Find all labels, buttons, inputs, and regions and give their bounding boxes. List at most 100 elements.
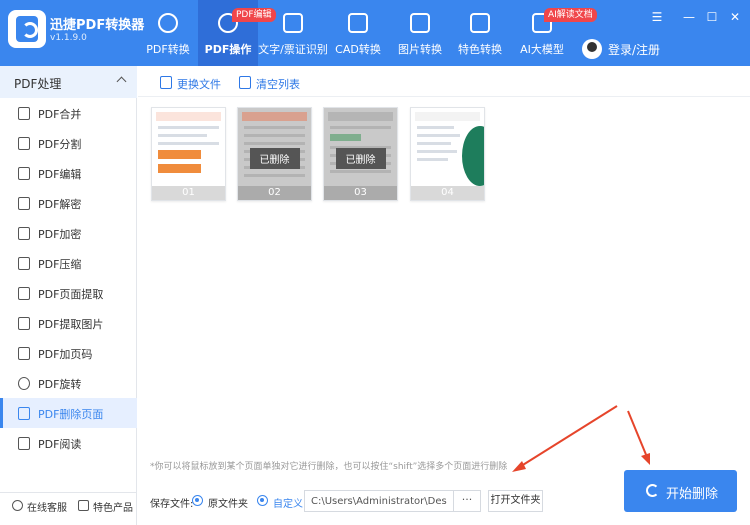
page-thumbnail[interactable]: 已删除 02 <box>237 107 312 201</box>
browse-button[interactable]: ··· <box>454 490 481 512</box>
nav-image[interactable]: 图片转换 <box>390 0 450 66</box>
deleted-label: 已删除 <box>335 148 386 169</box>
arrow-to-tip <box>517 405 618 469</box>
page-thumbnail[interactable]: 已删除 03 <box>323 107 398 201</box>
page-thumbnail[interactable]: 04 <box>410 107 485 201</box>
nav-label: PDF操作 <box>204 43 252 56</box>
headset-icon <box>12 500 23 511</box>
chevron-up-icon <box>116 76 127 87</box>
close-icon[interactable]: ✕ <box>728 10 742 24</box>
sidebar-item-label: PDF阅读 <box>38 438 82 451</box>
merge-icon <box>18 107 30 120</box>
page-number-icon <box>18 347 30 360</box>
nav-special[interactable]: 特色转换 <box>450 0 510 66</box>
toolbar-label: 更换文件 <box>177 78 221 91</box>
page-thumbnail[interactable]: 01 <box>151 107 226 201</box>
thumb-header <box>328 112 393 121</box>
sidebar-item-decrypt[interactable]: PDF解密 <box>0 188 137 218</box>
open-folder-button[interactable]: 打开文件夹 <box>488 490 543 512</box>
sidebar-item-extract-images[interactable]: PDF提取图片 <box>0 308 137 338</box>
nav-pdf-convert[interactable]: PDF转换 <box>138 0 198 66</box>
sidebar-item-label: PDF页面提取 <box>38 288 104 301</box>
arrow-head <box>641 453 650 465</box>
nav-label: 文字/票证识别 <box>258 43 328 56</box>
toolbar-label: 清空列表 <box>256 78 300 91</box>
sidebar-item-compress[interactable]: PDF压缩 <box>0 248 137 278</box>
rotate-icon <box>18 377 30 390</box>
scan-icon <box>283 13 303 33</box>
sidebar-item-delete-pages[interactable]: PDF删除页面 <box>0 398 137 428</box>
app-header: 迅捷PDF转换器 v1.1.9.0 PDF转换 PDF操作 PDF编辑 文字/票… <box>0 0 750 66</box>
sidebar-item-encrypt[interactable]: PDF加密 <box>0 218 137 248</box>
maximize-icon[interactable]: ☐ <box>705 10 719 24</box>
sidebar-item-reader[interactable]: PDF阅读 <box>0 428 137 458</box>
nav-cad[interactable]: CAD转换 <box>328 0 388 66</box>
cad-icon <box>348 13 368 33</box>
thumb-header <box>156 112 221 121</box>
split-icon <box>18 137 30 150</box>
page-number: 03 <box>324 186 397 200</box>
sidebar-item-extract-pages[interactable]: PDF页面提取 <box>0 278 137 308</box>
nav-label: CAD转换 <box>335 43 381 56</box>
page-extract-icon <box>18 287 30 300</box>
nav-label: AI大模型 <box>520 43 564 56</box>
page-number: 01 <box>152 186 225 200</box>
radio-original-folder[interactable] <box>192 495 203 506</box>
star-icon <box>470 13 490 33</box>
image-icon <box>18 317 30 330</box>
sidebar-item-page-numbers[interactable]: PDF加页码 <box>0 338 137 368</box>
sidebar-item-label: PDF删除页面 <box>38 408 104 421</box>
avatar <box>582 39 602 59</box>
unlock-icon <box>18 197 30 210</box>
delete-page-icon <box>18 407 30 420</box>
compress-icon <box>18 257 30 270</box>
start-label: 开始删除 <box>666 487 719 502</box>
app-name: 迅捷PDF转换器 <box>50 18 145 33</box>
sidebar-item-edit[interactable]: PDF编辑 <box>0 158 137 188</box>
product-icon <box>78 500 89 511</box>
radio-custom-folder[interactable] <box>257 495 268 506</box>
sidebar-item-label: PDF压缩 <box>38 258 82 271</box>
arrow-head <box>512 461 526 472</box>
usage-tip: *你可以将鼠标放到某个页面单独对它进行删除，也可以按住“shift”选择多个页面… <box>150 462 508 472</box>
sidebar-item-split[interactable]: PDF分割 <box>0 128 137 158</box>
edit-icon <box>18 167 30 180</box>
thumb-header <box>415 112 480 121</box>
page-number: 04 <box>411 186 484 200</box>
nav-label: 特色转换 <box>458 43 502 56</box>
deleted-label: 已删除 <box>249 148 300 169</box>
nav-ocr[interactable]: 文字/票证识别 <box>258 0 328 66</box>
footer-label: 在线客服 <box>27 503 67 514</box>
sidebar-item-rotate[interactable]: PDF旋转 <box>0 368 137 398</box>
add-file-icon <box>160 76 172 89</box>
shield-icon <box>18 227 30 240</box>
sidebar-header[interactable]: PDF处理 <box>0 66 137 98</box>
sidebar-divider <box>0 492 137 493</box>
minimize-icon[interactable]: — <box>682 10 696 24</box>
arrow-to-start-button <box>627 410 648 458</box>
sidebar-item-label: PDF提取图片 <box>38 318 104 331</box>
sidebar-item-label: PDF解密 <box>38 198 82 211</box>
start-delete-button[interactable]: 开始删除 <box>624 470 737 512</box>
footer-label: 特色产品 <box>93 503 133 514</box>
trash-icon <box>239 76 251 89</box>
sidebar-item-label: PDF加页码 <box>38 348 93 361</box>
radio-original-folder-label: 原文件夹 <box>208 499 248 510</box>
thumb-header <box>242 112 307 121</box>
radio-custom-folder-label: 自定义 <box>273 499 303 510</box>
sidebar: PDF处理 PDF合并 PDF分割 PDF编辑 PDF解密 PDF加密 PDF压… <box>0 66 137 525</box>
sidebar-item-label: PDF合并 <box>38 108 82 121</box>
book-icon <box>18 437 30 450</box>
toolbar-divider <box>138 96 750 97</box>
sidebar-item-merge[interactable]: PDF合并 <box>0 98 137 128</box>
user-login[interactable]: 登录/注册 <box>580 37 680 59</box>
login-label: 登录/注册 <box>608 43 661 57</box>
nav-label: PDF转换 <box>146 43 190 56</box>
sidebar-item-label: PDF编辑 <box>38 168 82 181</box>
nav-label: 图片转换 <box>398 43 442 56</box>
output-path-input[interactable] <box>304 490 454 512</box>
save-file-label: 保存文件: <box>150 499 194 510</box>
sidebar-item-label: PDF旋转 <box>38 378 82 391</box>
menu-icon[interactable]: ☰ <box>650 10 664 24</box>
sidebar-header-label: PDF处理 <box>14 77 62 91</box>
